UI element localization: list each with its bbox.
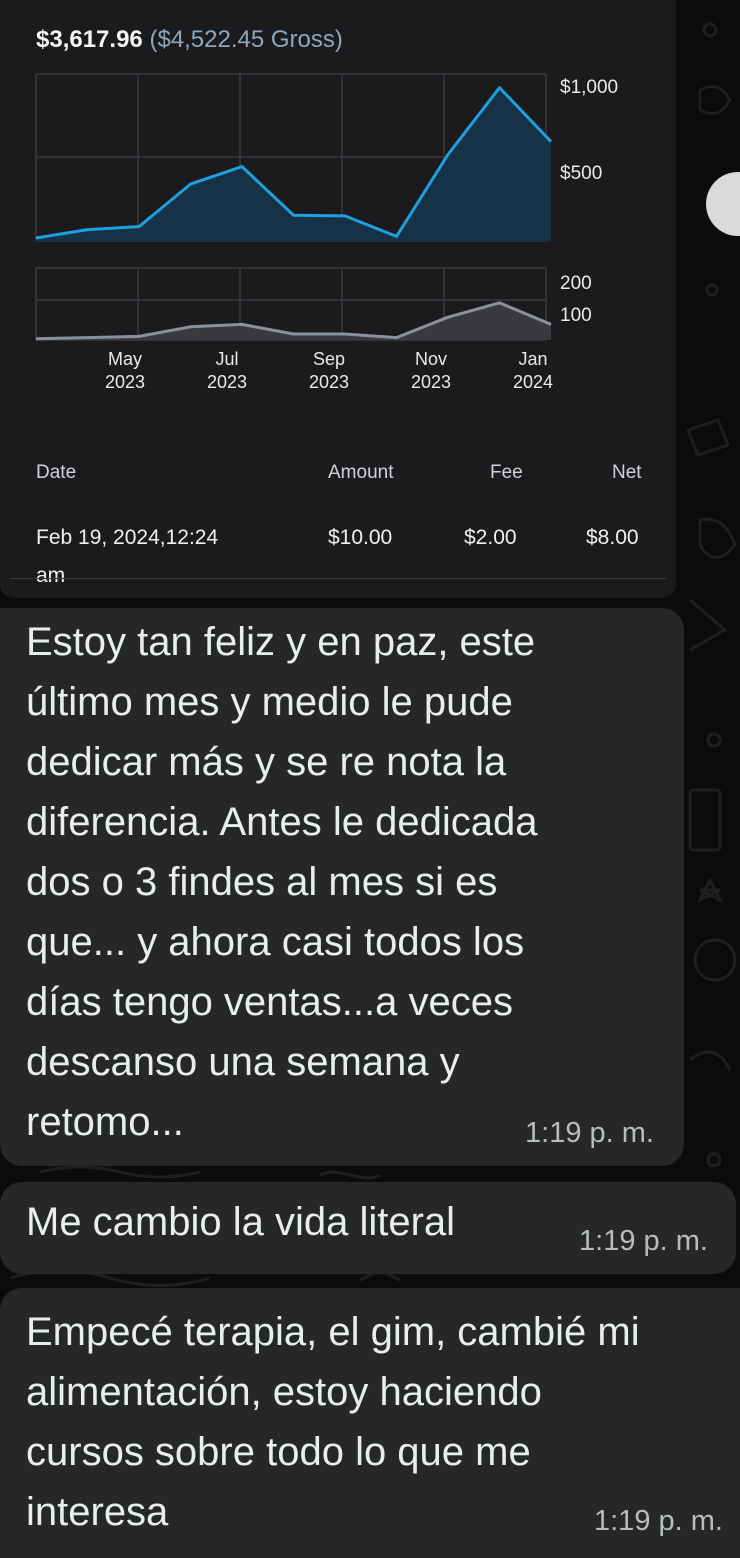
x-tick-year: 2024	[513, 372, 553, 392]
x-tick-year: 2023	[309, 372, 349, 392]
message-line: días tengo ventas...a veces	[26, 980, 513, 1024]
message-line: dos o 3 findes al mes si es	[26, 860, 498, 904]
x-tick-year: 2023	[207, 372, 247, 392]
x-tick-month: May	[108, 349, 142, 369]
message-bubble[interactable]: Empecé terapia, el gim, cambié mi alimen…	[0, 1288, 740, 1558]
message-line: cursos sobre todo lo que me	[26, 1430, 531, 1474]
earnings-chart: $1,000 $500 200 100 May 2023 Jul 2023 Se…	[35, 73, 618, 392]
message-line: dedicar más y se re nota la	[26, 740, 507, 784]
message-bubble[interactable]: Me cambio la vida literal 1:19 p. m.	[0, 1182, 736, 1274]
row-amount: $10.00	[328, 526, 393, 549]
y-tick-label: 100	[560, 305, 592, 326]
message-line: diferencia. Antes le dedicada	[26, 800, 538, 844]
message-time: 1:19 p. m.	[594, 1505, 723, 1537]
message-line: Empecé terapia, el gim, cambié mi	[26, 1310, 640, 1354]
x-tick-year: 2023	[411, 372, 451, 392]
earnings-total: $3,617.96 ($4,522.45 Gross)	[36, 26, 343, 54]
row-date-suffix: am	[36, 564, 66, 587]
message-time: 1:19 p. m.	[525, 1117, 654, 1149]
message-line: que... y ahora casi todos los	[26, 920, 525, 964]
net-earnings: $3,617.96	[36, 26, 143, 53]
message-line: alimentación, estoy haciendo	[26, 1370, 542, 1414]
y-tick-label: $500	[560, 163, 602, 184]
row-divider	[10, 578, 666, 579]
header-fee: Fee	[490, 462, 523, 483]
message-bubble[interactable]: Estoy tan feliz y en paz, este último me…	[0, 608, 684, 1166]
table-row: Feb 19, 2024,12:24 am $10.00 $2.00 $8.00	[0, 526, 676, 587]
row-fee: $2.00	[464, 526, 517, 549]
message-line: descanso una semana y	[26, 1040, 460, 1084]
header-net: Net	[612, 462, 642, 483]
earnings-card-screenshot: $3,617.96 ($4,522.45 Gross) $1,000 $500 …	[0, 0, 676, 598]
x-tick-month: Jul	[215, 349, 238, 369]
row-date: Feb 19, 2024,12:24	[36, 526, 219, 549]
chart-main: $1,000 $500	[35, 77, 618, 241]
x-tick-month: Jan	[518, 349, 547, 369]
revenue-area	[36, 87, 551, 241]
x-tick-year: 2023	[105, 372, 145, 392]
x-tick-month: Nov	[415, 349, 447, 369]
message-line: último mes y medio le pude	[26, 680, 513, 724]
gross-earnings: ($4,522.45 Gross)	[149, 26, 343, 53]
message-time: 1:19 p. m.	[579, 1225, 708, 1257]
message-line: interesa	[26, 1490, 169, 1534]
table-header: Date Amount Fee Net	[0, 462, 676, 492]
header-amount: Amount	[328, 462, 394, 483]
header-date: Date	[36, 462, 77, 483]
x-axis-labels: May 2023 Jul 2023 Sep 2023 Nov 2023 Jan …	[105, 349, 553, 392]
message-line: retomo...	[26, 1100, 184, 1144]
message-line: Me cambio la vida literal	[26, 1200, 456, 1244]
y-tick-label: $1,000	[560, 77, 618, 98]
x-tick-month: Sep	[313, 349, 345, 369]
message-line: Estoy tan feliz y en paz, este	[26, 620, 536, 664]
y-tick-label: 200	[560, 273, 592, 294]
row-net: $8.00	[586, 526, 639, 549]
chart-secondary: 200 100	[35, 273, 592, 341]
